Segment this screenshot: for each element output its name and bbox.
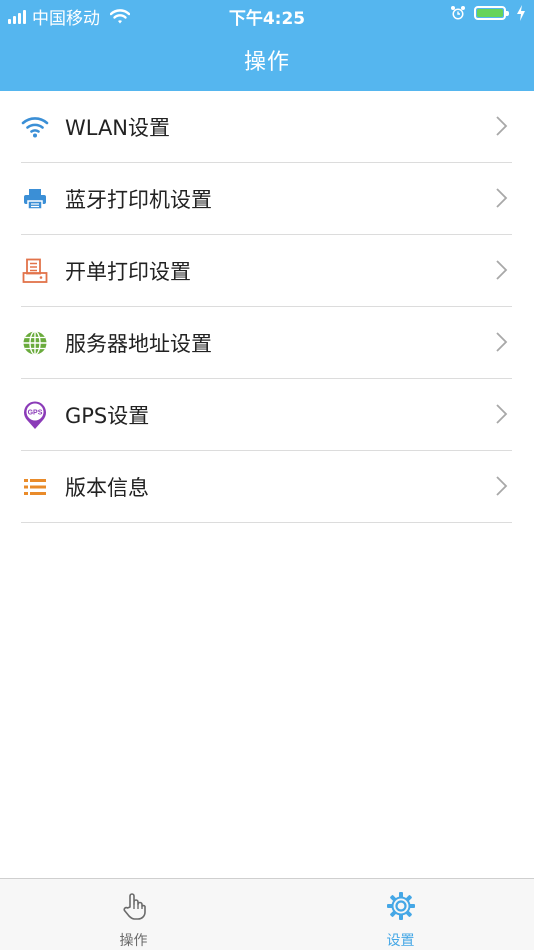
menu-item-server-address[interactable]: 服务器地址设置 [21, 307, 512, 379]
chevron-right-icon [496, 188, 508, 208]
page-title: 操作 [243, 50, 290, 75]
menu-item-gps[interactable]: GPS GPS设置 [21, 379, 512, 451]
menu-item-bluetooth-printer[interactable]: 蓝牙打印机设置 [21, 163, 512, 235]
battery-icon [474, 6, 509, 20]
gear-icon [386, 892, 415, 920]
charging-bolt-icon [517, 5, 525, 21]
globe-icon [21, 329, 49, 357]
printer-icon [21, 185, 49, 213]
tab-label: 操作 [119, 933, 148, 949]
alarm-clock-icon [451, 6, 465, 20]
hand-pointer-icon [122, 893, 146, 920]
chevron-right-icon [496, 260, 508, 280]
menu-item-label: WLAN设置 [65, 115, 171, 140]
list-icon [21, 473, 49, 501]
header-bar: 中国移动 下午4:25 操作 [0, 0, 534, 91]
chevron-right-icon [496, 116, 508, 136]
settings-menu: WLAN设置 蓝牙打印机设置 开单打印设置 服务器地址设置 GPS GPS设置 … [0, 91, 534, 523]
menu-item-label: 蓝牙打印机设置 [65, 187, 212, 212]
status-bar: 中国移动 下午4:25 [0, 0, 534, 30]
tab-operations[interactable]: 操作 [0, 879, 267, 950]
menu-item-label: GPS设置 [65, 403, 150, 428]
tab-settings[interactable]: 设置 [267, 879, 534, 950]
menu-item-label: 版本信息 [65, 475, 149, 500]
menu-item-wlan[interactable]: WLAN设置 [21, 91, 512, 163]
gps-pin-icon: GPS [21, 400, 49, 429]
menu-item-version-info[interactable]: 版本信息 [21, 451, 512, 523]
status-right [450, 5, 526, 21]
menu-item-label: 服务器地址设置 [65, 331, 212, 356]
chevron-right-icon [496, 332, 508, 352]
wifi-icon [21, 113, 49, 141]
menu-item-label: 开单打印设置 [65, 259, 191, 284]
chevron-right-icon [496, 404, 508, 424]
menu-item-order-print[interactable]: 开单打印设置 [21, 235, 512, 307]
bottom-tab-bar: 操作 设置 [0, 878, 534, 950]
tab-label: 设置 [386, 933, 415, 949]
receipt-printer-icon [21, 257, 49, 285]
chevron-right-icon [496, 476, 508, 496]
svg-text:GPS: GPS [28, 409, 43, 416]
